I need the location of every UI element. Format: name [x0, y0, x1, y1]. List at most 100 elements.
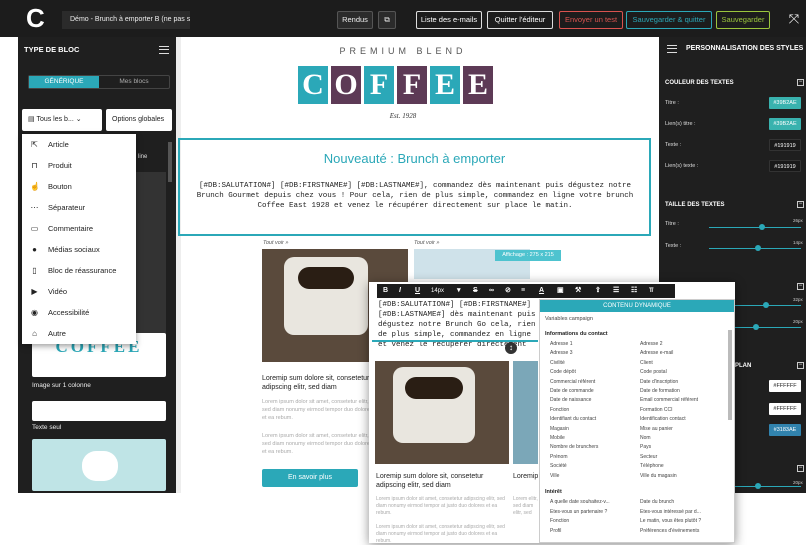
dropdown-item-video[interactable]: ▶ Vidéo — [22, 281, 136, 302]
dynamic-field-item[interactable]: Date de formation — [640, 388, 680, 394]
dynamic-field-item[interactable]: Adresse 3 — [550, 350, 573, 356]
dropdown-item-reassurance[interactable]: ▯ Bloc de réassurance — [22, 260, 136, 281]
slider-knob[interactable] — [755, 245, 761, 251]
product-description[interactable]: Lorem ipsum dolor sit amet, consetetur e… — [262, 398, 377, 422]
size-slider[interactable] — [735, 327, 801, 328]
dynamic-field-item[interactable]: Ville du magasin — [640, 473, 677, 479]
dynamic-field-item[interactable]: Téléphone — [640, 463, 664, 469]
see-all-link[interactable]: Tout voir » — [263, 240, 288, 246]
background-color-swatch[interactable]: #FFFFFF — [769, 403, 801, 415]
collapse-icon[interactable]: − — [797, 362, 804, 369]
collapse-icon[interactable]: − — [797, 79, 804, 86]
text-color-button[interactable]: A — [539, 284, 544, 298]
dynamic-field-item[interactable]: Identification contact — [640, 416, 686, 422]
dynamic-field-item[interactable]: A quelle date souhaitez-v... — [550, 499, 610, 505]
quit-editor-button[interactable]: Quitter l'éditeur — [487, 11, 553, 29]
dynamic-field-item[interactable]: Prénom — [550, 454, 568, 460]
block-filter-select[interactable]: ▤ Tous les b... ⌄ — [22, 109, 102, 131]
save-quit-button[interactable]: Sauvegarder & quitter — [626, 11, 712, 29]
slider-knob[interactable] — [753, 324, 759, 330]
dynamic-field-item[interactable]: Adresse 1 — [550, 341, 573, 347]
slider-knob[interactable] — [755, 483, 761, 489]
send-test-button[interactable]: Envoyer un test — [559, 11, 623, 29]
dynamic-field-item[interactable]: Client — [640, 360, 653, 366]
rendus-button[interactable]: Rendus — [337, 11, 373, 29]
email-list-button[interactable]: Liste des e-mails — [416, 11, 482, 29]
dynamic-field-item[interactable]: Fonction — [550, 518, 569, 524]
menu-icon[interactable] — [159, 46, 169, 54]
dynamic-field-item[interactable]: Date de commande — [550, 388, 594, 394]
size-slider[interactable] — [735, 486, 801, 487]
dynamic-field-item[interactable]: Secteur — [640, 454, 657, 460]
dropdown-item-medias-sociaux[interactable]: ● Médias sociaux — [22, 239, 136, 260]
italic-button[interactable]: I — [399, 284, 401, 298]
bold-button[interactable]: B — [383, 284, 388, 298]
headline-text[interactable]: Nouveauté : Brunch à emporter — [178, 151, 651, 166]
dynamic-field-item[interactable]: Civilité — [550, 360, 565, 366]
dynamic-field-item[interactable]: Pays — [640, 444, 651, 450]
see-all-link[interactable]: Tout voir » — [414, 240, 439, 246]
accent-color-swatch[interactable]: #3183AE — [769, 424, 801, 436]
dynamic-field-item[interactable]: Date d'inscription — [640, 379, 678, 385]
collapse-icon[interactable]: − — [797, 283, 804, 290]
slider-knob[interactable] — [759, 224, 765, 230]
dropdown-item-accessibilite[interactable]: ◉ Accessibilité — [22, 302, 136, 323]
collapse-icon[interactable]: − — [797, 201, 804, 208]
thumbnail-text-only[interactable] — [32, 401, 166, 421]
upload-icon[interactable]: ⇪ — [595, 284, 601, 298]
dropdown-item-separateur[interactable]: ⋯ Séparateur — [22, 197, 136, 218]
global-options-button[interactable]: Options globales — [106, 109, 172, 131]
thumbnail-teapot[interactable] — [32, 439, 166, 491]
product-description[interactable]: Lorem ipsum dolor sit amet, consetetur e… — [262, 432, 377, 456]
drag-handle-icon[interactable]: ↕ — [505, 342, 517, 354]
dynamic-field-item[interactable]: Magasin — [550, 426, 569, 432]
panel-scrollbar[interactable] — [168, 142, 172, 182]
campaign-variables-link[interactable]: Variables campaign — [545, 316, 593, 322]
list-bulleted-icon[interactable]: ☰ — [613, 284, 619, 298]
dropdown-item-autre[interactable]: ⌂ Autre — [22, 323, 136, 344]
expand-icon[interactable]: ⤧ — [786, 11, 802, 29]
dynamic-field-item[interactable]: Mise au panier — [640, 426, 673, 432]
collapse-icon[interactable]: − — [797, 465, 804, 472]
text-color-swatch[interactable]: #191919 — [769, 139, 801, 151]
dropdown-item-commentaire[interactable]: ▭ Commentaire — [22, 218, 136, 239]
list-numbered-icon[interactable]: ☷ — [631, 284, 637, 298]
dropdown-item-produit[interactable]: ⊓ Produit — [22, 155, 136, 176]
highlight-icon[interactable]: ▣ — [557, 284, 564, 298]
dynamic-field-item[interactable]: Email commercial référent — [640, 397, 698, 403]
title-link-color-swatch[interactable]: #39B2AE — [769, 118, 801, 130]
underline-button[interactable]: U — [415, 284, 420, 298]
unlink-icon[interactable]: ⊘ — [505, 284, 511, 298]
dynamic-field-item[interactable]: Préférences d'événements — [640, 528, 699, 534]
paint-icon[interactable]: ⚒ — [575, 284, 581, 298]
copy-icon[interactable]: ⧉ — [378, 11, 396, 29]
chevron-down-icon[interactable]: ▾ — [457, 284, 461, 298]
link-icon[interactable]: ∞ — [489, 284, 494, 298]
dynamic-field-item[interactable]: Profil — [550, 528, 561, 534]
zoom-product-title[interactable]: Loremip sum dolore sit, consetetur adips… — [376, 472, 506, 490]
zoom-product-description[interactable]: Lorem ipsum dolor sit amet, consetetur a… — [376, 496, 508, 517]
intro-body-text[interactable]: [#DB:SALUTATION#] [#DB:FIRSTNAME#] [#DB:… — [190, 181, 640, 211]
dynamic-field-item[interactable]: Ville — [550, 473, 559, 479]
dynamic-field-item[interactable]: Formation CCI — [640, 407, 673, 413]
dynamic-field-item[interactable]: Fonction — [550, 407, 569, 413]
product-title[interactable]: Loremip sum dolore sit, consetetur adips… — [262, 374, 377, 392]
tab-generique[interactable]: GÉNÉRIQUE — [29, 76, 99, 88]
dynamic-field-item[interactable]: Etes-vous un partenaire ? — [550, 509, 607, 515]
clear-format-icon[interactable]: T̸ — [649, 284, 653, 298]
align-icon[interactable]: ≡ — [521, 284, 525, 298]
title-color-swatch[interactable]: #39B2AE — [769, 97, 801, 109]
dynamic-field-item[interactable]: Commercial référent — [550, 379, 595, 385]
save-button[interactable]: Sauvegarder — [716, 11, 770, 29]
dynamic-field-item[interactable]: Mobile — [550, 435, 565, 441]
tab-mes-blocs[interactable]: Mes blocs — [99, 76, 169, 88]
dynamic-field-item[interactable]: Date du brunch — [640, 499, 674, 505]
slider-knob[interactable] — [763, 302, 769, 308]
title-size-slider[interactable] — [709, 227, 801, 228]
dynamic-field-item[interactable]: Identifiant du contact — [550, 416, 596, 422]
zoom-product-description-2[interactable]: Lorem elitr, sed diam elitr, sed — [513, 496, 538, 517]
dynamic-field-item[interactable]: Nombre de brunchers — [550, 444, 598, 450]
dynamic-field-item[interactable]: Code postal — [640, 369, 667, 375]
dynamic-field-item[interactable]: Etes-vous intéressé par d... — [640, 509, 701, 515]
dynamic-field-item[interactable]: Société — [550, 463, 567, 469]
